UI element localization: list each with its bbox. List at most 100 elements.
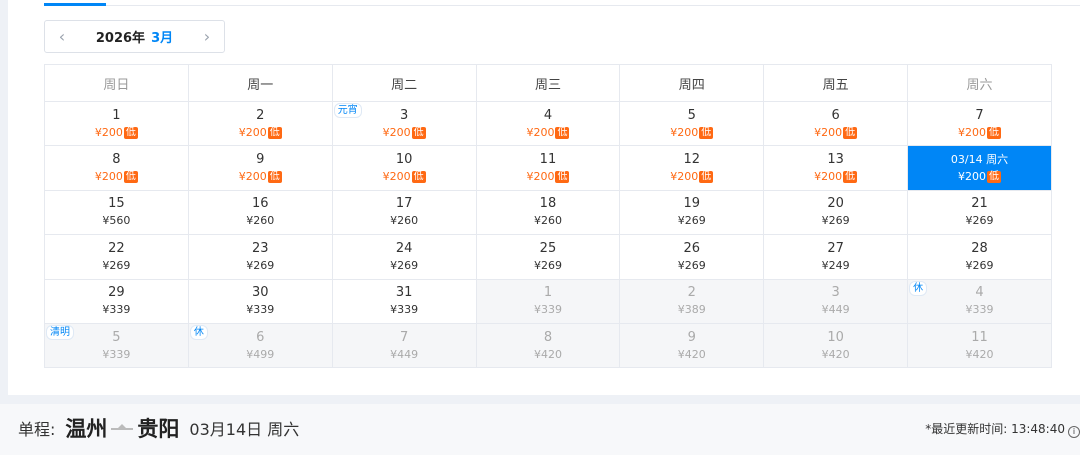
day-number: 10 (395, 152, 413, 168)
calendar-day[interactable]: 23 ¥269 (187, 234, 333, 280)
day-price-line: ¥389 (620, 302, 763, 317)
day-price: ¥339 (102, 347, 131, 361)
last-updated-text: *最近更新时间: 13:48:40 (925, 422, 1065, 436)
day-price-line: ¥339 (45, 347, 188, 362)
calendar-day[interactable]: 21 ¥269 (907, 189, 1052, 236)
calendar-day[interactable]: 17 ¥260 (331, 189, 477, 236)
day-price: ¥200 (814, 125, 843, 139)
day-number: 20 (827, 196, 844, 212)
last-updated: *最近更新时间: 13:48:40 i (925, 420, 1080, 438)
day-price-line: ¥269 (620, 213, 763, 228)
calendar-body: 1 ¥200 低 2 ¥200 低元宵 3 ¥200 低 4 ¥200 低 5 ¥200 低 6 ¥200 低 7 ¥… (44, 100, 1052, 369)
day-price-line: ¥560 (45, 213, 188, 228)
calendar-day[interactable]: 16 ¥260 (187, 189, 333, 236)
day-price: ¥200 (670, 170, 699, 184)
day-price: ¥249 (821, 258, 850, 272)
calendar-day[interactable]: 6 ¥200 低 (763, 100, 909, 147)
day-price: ¥269 (390, 258, 419, 272)
day-price-line: ¥269 (764, 213, 907, 228)
calendar-day[interactable]: 18 ¥260 (475, 189, 621, 236)
low-price-badge: 低 (987, 126, 1002, 139)
calendar-day[interactable]: 30 ¥339 (187, 278, 333, 324)
calendar-day[interactable]: 10 ¥200 低 (331, 145, 477, 191)
calendar-day[interactable]: 15 ¥560 (44, 189, 189, 236)
low-price-badge: 低 (843, 171, 858, 184)
calendar-day[interactable]: 8 ¥200 低 (44, 145, 189, 191)
day-price-line: ¥269 (333, 258, 476, 273)
day-number: 31 (395, 285, 413, 301)
day-price-line: ¥249 (764, 258, 907, 273)
calendar-day[interactable]: 22 ¥269 (44, 234, 189, 280)
calendar-day[interactable]: 11 ¥200 低 (475, 145, 621, 191)
calendar-day[interactable]: 元宵 3 ¥200 低 (331, 100, 477, 147)
calendar-day[interactable]: 4 ¥200 低 (475, 100, 621, 147)
day-number: 1 (543, 285, 553, 301)
calendar-day[interactable]: 7 ¥200 低 (907, 100, 1052, 147)
calendar-day[interactable]: 2 ¥389 (619, 278, 765, 324)
day-price-line: ¥449 (333, 347, 476, 362)
low-price-badge: 低 (123, 126, 138, 139)
low-price-badge: 低 (123, 171, 138, 184)
calendar-day[interactable]: 2 ¥200 低 (187, 100, 333, 147)
day-number: 22 (108, 240, 125, 256)
calendar-day[interactable]: 25 ¥269 (475, 234, 621, 280)
day-price: ¥449 (390, 347, 419, 361)
calendar-day[interactable]: 11 ¥420 (907, 322, 1052, 369)
holiday-tag: 休 (909, 280, 928, 296)
calendar-day[interactable]: 20 ¥269 (763, 189, 909, 236)
day-price-line: ¥200 低 (764, 169, 907, 184)
day-price-line: ¥420 (908, 347, 1051, 362)
day-price: ¥499 (246, 347, 275, 361)
calendar-day[interactable]: 5 ¥200 低 (619, 100, 765, 147)
weekday-header: 周六 (907, 64, 1052, 102)
day-price: ¥200 (238, 170, 267, 184)
day-number: 8 (543, 329, 553, 345)
info-icon[interactable]: i (1068, 426, 1080, 438)
calendar-day-selected[interactable]: 03/14 周六 ¥200 低 (907, 145, 1052, 191)
calendar-day[interactable]: 19 ¥269 (619, 189, 765, 236)
calendar-day[interactable]: 3 ¥449 (763, 278, 909, 324)
day-number: 13 (827, 152, 844, 168)
day-price: ¥269 (677, 214, 706, 228)
calendar-day[interactable]: 27 ¥249 (763, 234, 909, 280)
calendar-day[interactable]: 28 ¥269 (907, 234, 1052, 280)
calendar-day[interactable]: 休 4 ¥339 (907, 278, 1052, 324)
day-price: ¥269 (102, 258, 131, 272)
day-number: 4 (543, 107, 553, 123)
calendar-day[interactable]: 26 ¥269 (619, 234, 765, 280)
day-price: ¥560 (102, 214, 131, 228)
calendar-day[interactable]: 29 ¥339 (44, 278, 189, 324)
calendar-day[interactable]: 休 6 ¥499 (187, 322, 333, 369)
calendar-day[interactable]: 13 ¥200 低 (763, 145, 909, 191)
day-price: ¥260 (390, 214, 419, 228)
day-price: ¥269 (821, 214, 850, 228)
calendar-week-row: 1 ¥200 低 2 ¥200 低元宵 3 ¥200 低 4 ¥200 低 5 ¥200 低 6 ¥200 低 7 ¥… (44, 100, 1052, 147)
calendar-day[interactable]: 9 ¥420 (619, 322, 765, 369)
calendar-day[interactable]: 9 ¥200 低 (187, 145, 333, 191)
day-price-line: ¥260 (477, 213, 620, 228)
calendar-day[interactable]: 1 ¥200 低 (44, 100, 189, 147)
year-label: 2026年 (95, 31, 146, 46)
day-number: 9 (256, 152, 265, 168)
day-price-line: ¥200 低 (908, 125, 1051, 140)
calendar-day[interactable]: 1 ¥339 (475, 278, 621, 324)
chevron-right-icon[interactable]: › (192, 21, 222, 52)
calendar-day[interactable]: 清明 5 ¥339 (44, 322, 189, 369)
destination-city: 贵阳 (137, 417, 180, 441)
day-number: 7 (399, 329, 409, 345)
day-price: ¥339 (246, 303, 275, 317)
calendar-day[interactable]: 24 ¥269 (331, 234, 477, 280)
calendar-day[interactable]: 8 ¥420 (475, 322, 621, 369)
day-price: ¥389 (677, 303, 706, 317)
day-price-line: ¥449 (764, 302, 907, 317)
weekday-header-row: 周日 周一 周二 周三 周四 周五 周六 (44, 64, 1052, 102)
day-number: 03/14 周六 (950, 153, 1009, 167)
calendar-day[interactable]: 10 ¥420 (763, 322, 909, 369)
calendar-day[interactable]: 12 ¥200 低 (619, 145, 765, 191)
day-price-line: ¥420 (620, 347, 763, 362)
calendar-week-row: 清明 5 ¥339 休 6 ¥499 7 ¥449 8 ¥420 9 ¥420 10 ¥420 11 ¥420 (44, 322, 1052, 369)
low-price-badge: 低 (555, 126, 570, 139)
trip-date: 03月14日 周六 (189, 420, 300, 439)
calendar-day[interactable]: 7 ¥449 (331, 322, 477, 369)
calendar-day[interactable]: 31 ¥339 (331, 278, 477, 324)
